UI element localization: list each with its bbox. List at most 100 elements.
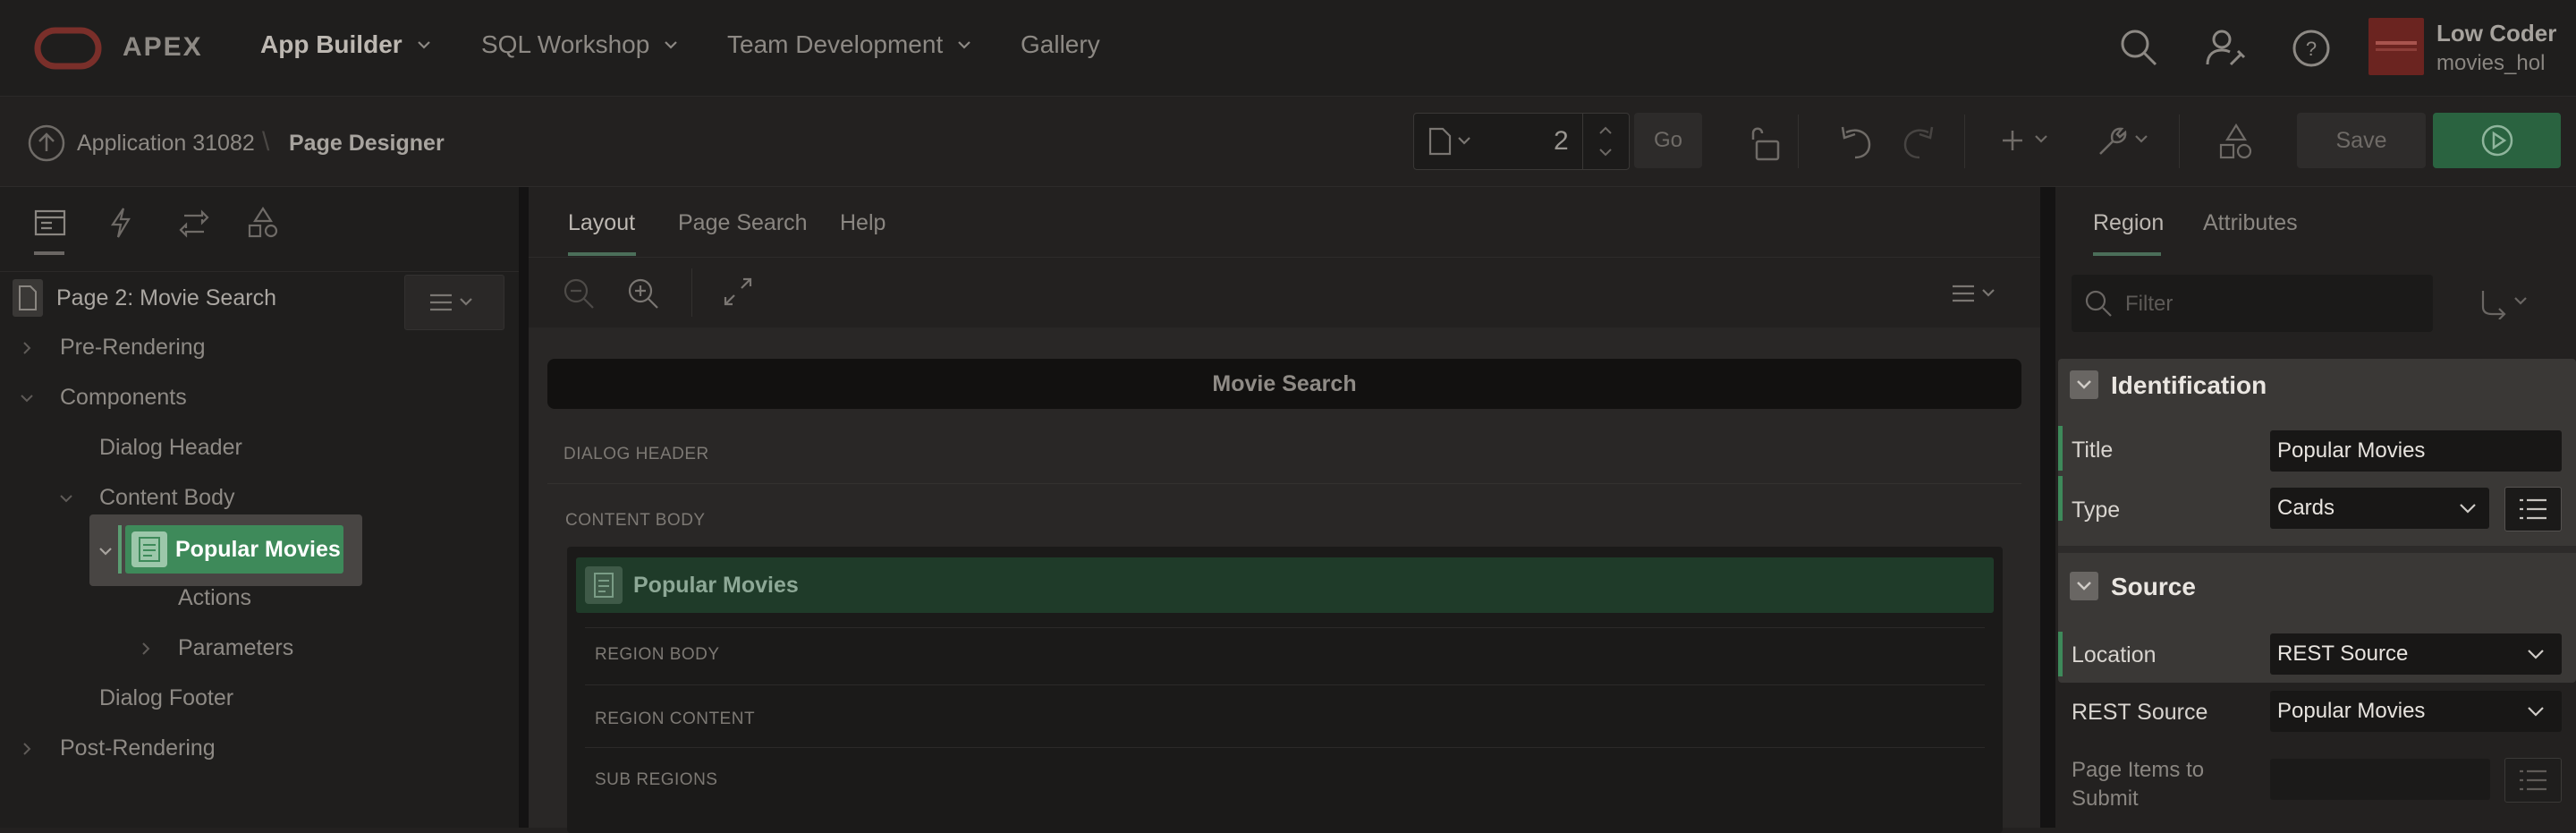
chevron-down-icon [2460, 504, 2476, 514]
title-input[interactable]: Popular Movies [2270, 430, 2562, 472]
page-items-to-submit-label: Page Items to Submit [2072, 756, 2204, 813]
admin-user-icon[interactable] [2204, 27, 2247, 70]
nav-team-development[interactable]: Team Development [727, 30, 973, 59]
tree-dialog-footer[interactable]: Dialog Footer [99, 685, 233, 711]
user-name[interactable]: Low Coder [2436, 20, 2556, 47]
nav-sql-workshop[interactable]: SQL Workshop [481, 30, 680, 59]
go-button[interactable]: Go [1634, 113, 1702, 168]
rest-source-label: REST Source [2072, 700, 2208, 725]
zoom-in-icon[interactable] [627, 277, 659, 310]
top-navigation: APEX App Builder SQL Workshop Team Devel… [0, 0, 2576, 97]
tree-popular-movies-label: Popular Movies [175, 537, 341, 562]
hamburger-icon [430, 293, 472, 311]
breadcrumb-app[interactable]: Application 31082 [77, 131, 255, 157]
region-popular-movies[interactable]: Popular Movies [576, 557, 1994, 613]
undo-icon[interactable] [1837, 125, 1875, 159]
page-title[interactable]: Page 2: Movie Search [56, 285, 276, 311]
tree-dialog-header[interactable]: Dialog Header [99, 435, 242, 461]
tree-content-body[interactable]: Content Body [57, 485, 235, 511]
collapse-source-icon[interactable] [2070, 572, 2098, 600]
tree-pre-rendering-label: Pre-Rendering [60, 335, 206, 360]
chevron-down-icon[interactable] [97, 542, 114, 560]
tab-layout[interactable]: Layout [568, 210, 635, 236]
right-splitter[interactable] [2040, 187, 2055, 828]
help-icon[interactable]: ? [2292, 29, 2331, 68]
region-content-slot[interactable]: REGION CONTENT [595, 710, 755, 729]
apex-brand[interactable]: APEX [123, 32, 203, 63]
save-button[interactable]: Save [2297, 113, 2426, 168]
active-tab-indicator [34, 251, 64, 255]
page-header-bar[interactable]: Movie Search [547, 359, 2021, 409]
location-select[interactable]: REST Source [2270, 633, 2562, 675]
active-tab-indicator [2093, 252, 2161, 256]
unlock-icon[interactable] [1746, 123, 1782, 163]
tree-components-label: Components [60, 385, 187, 410]
processing-tab-icon[interactable] [177, 208, 211, 239]
type-select[interactable]: Cards [2270, 488, 2489, 529]
tab-region[interactable]: Region [2093, 210, 2164, 236]
rest-source-select[interactable]: Popular Movies [2270, 691, 2562, 732]
chevron-right-icon [23, 742, 31, 755]
shared-components-tab-icon[interactable] [247, 207, 279, 239]
tree-post-rendering[interactable]: Post-Rendering [18, 735, 216, 761]
svg-text:?: ? [2306, 38, 2317, 60]
chevron-down-icon [417, 41, 430, 49]
region-body-slot[interactable]: REGION BODY [595, 645, 720, 665]
run-button[interactable] [2433, 113, 2561, 168]
up-arrow-icon[interactable] [27, 123, 66, 163]
shared-components-icon[interactable] [2218, 123, 2254, 161]
tab-page-search[interactable]: Page Search [678, 210, 808, 236]
tree-post-rendering-label: Post-Rendering [60, 735, 216, 761]
page-number-input[interactable]: 2 [1554, 126, 1569, 157]
hamburger-icon [1953, 285, 1995, 302]
page-stepper-icon[interactable] [1591, 119, 1620, 164]
page-items-list-button[interactable] [2504, 758, 2562, 803]
chevron-down-icon [958, 41, 971, 49]
oracle-logo-icon[interactable] [34, 27, 102, 70]
type-list-button[interactable] [2504, 487, 2562, 531]
user-avatar[interactable] [2368, 18, 2424, 75]
nav-team-development-label: Team Development [727, 30, 944, 58]
zoom-out-icon[interactable] [563, 277, 595, 310]
rendering-tab-icon[interactable] [34, 208, 66, 237]
tree-components[interactable]: Components [18, 385, 187, 411]
nav-app-builder[interactable]: App Builder [260, 30, 433, 59]
utilities-menu[interactable] [2097, 125, 2156, 157]
layout-menu-button[interactable] [1951, 283, 2004, 304]
search-icon[interactable] [2118, 27, 2159, 68]
tree-actions[interactable]: Actions [178, 585, 251, 611]
source-group-title[interactable]: Source [2111, 573, 2196, 601]
breadcrumb-page: Page Designer [289, 131, 445, 156]
nav-gallery-label: Gallery [1021, 30, 1100, 58]
left-splitter[interactable] [519, 187, 529, 828]
create-menu[interactable] [2002, 127, 2055, 154]
plus-icon [2003, 131, 2047, 150]
go-to-group-menu[interactable] [2479, 287, 2535, 319]
chevron-down-icon [665, 41, 678, 49]
nav-gallery[interactable]: Gallery [1021, 30, 1100, 59]
content-body-slot[interactable]: CONTENT BODY [565, 511, 706, 531]
oracle-logo-icon [2376, 41, 2417, 51]
tab-help[interactable]: Help [840, 210, 886, 236]
sub-regions-slot[interactable]: SUB REGIONS [595, 770, 717, 790]
filter-input[interactable]: Filter [2072, 275, 2433, 332]
tree-popular-movies[interactable]: Popular Movies [125, 525, 343, 574]
type-select-value: Cards [2277, 496, 2335, 520]
collapse-identification-icon[interactable] [2070, 370, 2098, 399]
identification-group-title[interactable]: Identification [2111, 371, 2267, 400]
tree-menu-button[interactable] [404, 275, 504, 330]
tab-attributes[interactable]: Attributes [2203, 210, 2298, 236]
dialog-header-slot[interactable]: DIALOG HEADER [564, 445, 709, 464]
expand-icon[interactable] [724, 277, 752, 306]
dynamic-actions-tab-icon[interactable] [107, 207, 134, 239]
page-items-label-line-2: Submit [2072, 786, 2139, 811]
tree-parameters[interactable]: Parameters [137, 635, 293, 661]
title-label: Title [2072, 438, 2114, 463]
tree-dialog-header-label: Dialog Header [99, 435, 242, 460]
redo-icon[interactable] [1900, 125, 1937, 159]
page-items-to-submit-input[interactable] [2270, 759, 2490, 800]
page-items-label-line-1: Page Items to [2072, 758, 2205, 782]
page-selector[interactable]: 2 [1413, 113, 1630, 170]
rest-source-select-value: Popular Movies [2277, 699, 2426, 723]
tree-pre-rendering[interactable]: Pre-Rendering [18, 335, 206, 361]
